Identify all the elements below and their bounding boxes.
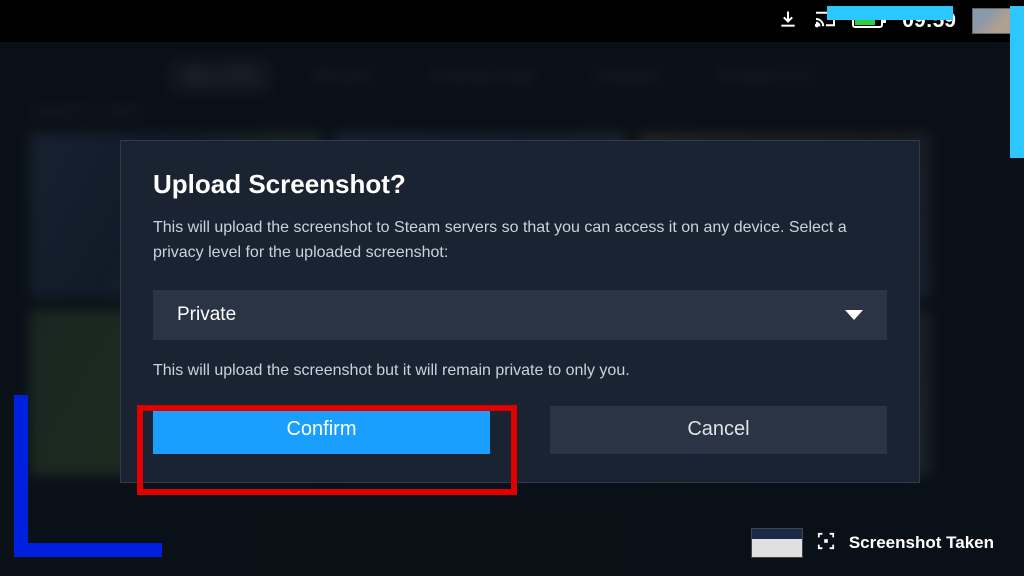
confirm-button[interactable]: Confirm	[153, 406, 490, 454]
notification-thumbnail[interactable]	[972, 8, 1012, 34]
upload-screenshot-dialog: Upload Screenshot? This will upload the …	[120, 140, 920, 483]
dialog-description: This will upload the screenshot to Steam…	[153, 216, 887, 266]
battery-icon	[852, 10, 886, 33]
privacy-note: This will upload the screenshot but it w…	[153, 362, 887, 380]
toast-thumbnail	[751, 528, 803, 558]
dialog-title: Upload Screenshot?	[153, 169, 887, 200]
fullscreen-capture-icon	[817, 532, 835, 555]
clock: 09:59	[902, 9, 956, 33]
screenshot-toast: Screenshot Taken	[751, 528, 994, 558]
cancel-button[interactable]: Cancel	[550, 406, 887, 454]
toast-text: Screenshot Taken	[849, 533, 994, 553]
privacy-dropdown[interactable]: Private	[153, 290, 887, 340]
privacy-dropdown-value: Private	[177, 304, 236, 326]
download-icon[interactable]	[778, 9, 798, 34]
chevron-down-icon	[845, 310, 863, 320]
cast-icon[interactable]	[814, 10, 836, 33]
dialog-button-row: Confirm Cancel	[153, 406, 887, 454]
status-bar: 09:59	[0, 0, 1024, 42]
